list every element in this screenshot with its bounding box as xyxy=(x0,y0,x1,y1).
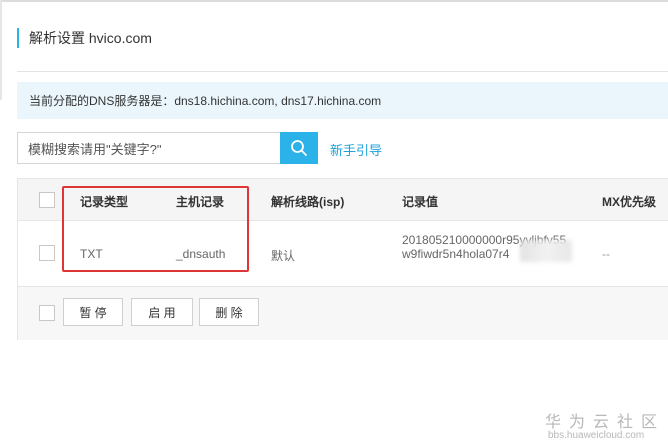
column-mx-priority: MX优先级 xyxy=(602,195,657,209)
search-button[interactable] xyxy=(280,132,318,164)
page-header: 解析设置 hvico.com xyxy=(17,28,152,48)
search-input[interactable]: 模糊搜索请用"关键字?" xyxy=(17,132,281,164)
row-checkbox[interactable] xyxy=(39,245,55,261)
dns-notice-banner: 当前分配的DNS服务器是：dns18.hichina.com, dns17.hi… xyxy=(17,82,668,119)
select-all-checkbox[interactable] xyxy=(39,192,55,208)
watermark-url: bbs.huaweicloud.com xyxy=(548,430,645,441)
table-footer-actions: 暂 停 启 用 删 除 xyxy=(18,287,668,340)
cell-mx-priority: -- xyxy=(602,247,610,261)
top-border xyxy=(0,0,668,2)
beginner-guide-link[interactable]: 新手引导 xyxy=(330,140,382,159)
pause-button[interactable]: 暂 停 xyxy=(63,298,123,326)
header-divider xyxy=(17,71,668,72)
left-border xyxy=(0,0,2,100)
footer-select-checkbox[interactable] xyxy=(39,305,55,321)
column-isp-line: 解析线路(isp) xyxy=(271,195,345,209)
cell-isp-line: 默认 xyxy=(271,249,296,263)
annotation-highlight-box xyxy=(62,186,249,272)
watermark-site-name: 华为云社区 xyxy=(545,414,666,431)
dns-notice-text: 当前分配的DNS服务器是：dns18.hichina.com, dns17.hi… xyxy=(29,94,382,108)
page-title: 解析设置 hvico.com xyxy=(29,30,152,46)
search-placeholder: 模糊搜索请用"关键字?" xyxy=(28,141,162,157)
title-accent-bar xyxy=(17,28,19,48)
delete-button[interactable]: 删 除 xyxy=(199,298,259,326)
redacted-value-blur xyxy=(520,240,572,262)
column-record-value: 记录值 xyxy=(402,195,439,209)
enable-button[interactable]: 启 用 xyxy=(131,298,193,326)
cell-value-line2: w9fiwdr5n4hola07r4 xyxy=(402,247,510,261)
search-icon xyxy=(291,140,307,156)
